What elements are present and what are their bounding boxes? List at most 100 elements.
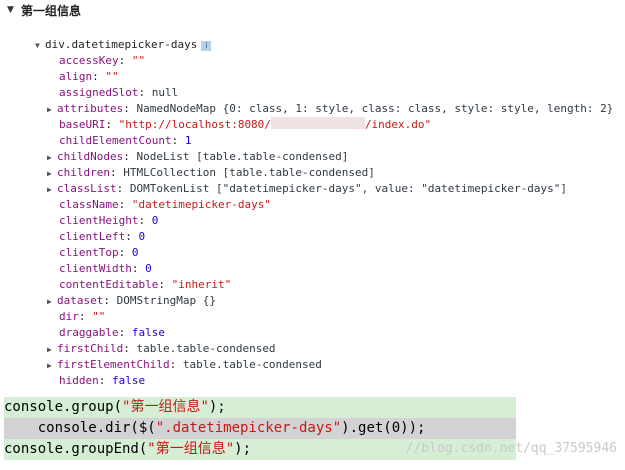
property-row: clientHeight: 0: [59, 213, 158, 229]
property-value: "": [92, 310, 106, 323]
expand-triangle-icon[interactable]: ▶: [47, 102, 57, 118]
property-row: assignedSlot: null: [59, 85, 178, 101]
console-group-header[interactable]: ▼ 第一组信息: [0, 0, 625, 22]
expand-triangle-icon[interactable]: ▼: [35, 38, 45, 54]
code-line-group: console.group("第一组信息");: [4, 397, 516, 418]
property-value: "http://localhost:8080/: [118, 118, 271, 131]
code-text: );: [234, 441, 252, 457]
property-value: 0: [151, 214, 159, 227]
property-value: false: [131, 326, 165, 339]
property-row: clientLeft: 0: [59, 229, 145, 245]
property-value: "inherit": [171, 278, 232, 291]
property-row[interactable]: ▶ firstElementChild: table.table-condense…: [47, 357, 322, 373]
property-key: dataset: [57, 294, 104, 307]
property-row: clientTop: 0: [59, 245, 138, 261]
property-value: DOMTokenList ["datetimepicker-days", val…: [129, 182, 567, 195]
colon: :: [138, 214, 152, 227]
colon: :: [92, 70, 106, 83]
node-label: div.datetimepicker-days: [45, 38, 198, 51]
colon: :: [118, 326, 132, 339]
property-key: align: [59, 70, 93, 83]
property-key: childNodes: [57, 150, 124, 163]
colon: :: [109, 166, 124, 179]
code-text: console.dir($(: [4, 420, 156, 436]
property-value: NodeList [table.table-condensed]: [136, 150, 349, 163]
property-key: accessKey: [59, 54, 119, 67]
property-value: table.table-condensed: [182, 358, 322, 371]
node-root[interactable]: ▼ div.datetimepicker-days i: [35, 37, 212, 54]
property-key: draggable: [59, 326, 119, 339]
property-key: clientWidth: [59, 262, 132, 275]
property-row[interactable]: ▶ attributes: NamedNodeMap {0: class, 1: …: [47, 101, 613, 117]
property-row[interactable]: ▶ dataset: DOMStringMap {}: [47, 293, 216, 309]
code-line-dir: console.dir($(".datetimepicker-days").ge…: [4, 418, 516, 439]
property-row: dir: "": [59, 309, 105, 325]
property-row: baseURI: "http://localhost:8080/ /index.d…: [59, 117, 431, 133]
colon: :: [78, 310, 93, 323]
expand-triangle-icon[interactable]: ▶: [47, 182, 57, 198]
expand-triangle-icon[interactable]: ▶: [47, 294, 57, 310]
code-text: ).get(0));: [341, 420, 426, 436]
colon: :: [116, 182, 130, 195]
property-key: dir: [59, 310, 79, 323]
watermark: //blog.csdn.net/qq_37595946: [405, 441, 617, 456]
property-key: baseURI: [59, 118, 106, 131]
property-row[interactable]: ▶ firstChild: table.table-condensed: [47, 341, 276, 357]
property-key: clientHeight: [59, 214, 139, 227]
property-key: classList: [57, 182, 117, 195]
code-text: );: [208, 399, 226, 415]
property-row[interactable]: ▶ children: HTMLCollection [table.table-c…: [47, 165, 375, 181]
truncated-row: [0, 388, 300, 396]
property-key: clientTop: [59, 246, 119, 259]
code-text: console.groupEnd(: [4, 441, 148, 457]
colon: :: [123, 150, 137, 163]
property-row: contentEditable: "inherit": [59, 277, 231, 293]
group-title: 第一组信息: [21, 4, 82, 18]
property-row[interactable]: ▶ childNodes: NodeList [table.table-conde…: [47, 149, 348, 165]
property-value: 0: [131, 246, 139, 259]
colon: :: [171, 134, 185, 147]
property-key: className: [59, 198, 119, 211]
property-key: firstElementChild: [57, 358, 170, 371]
property-value: HTMLCollection [table.table-condensed]: [123, 166, 375, 179]
property-row[interactable]: ▶ classList: DOMTokenList ["datetimepicke…: [47, 181, 567, 197]
code-string: "第一组信息": [147, 441, 235, 457]
collapse-triangle-icon[interactable]: ▼: [7, 5, 14, 15]
property-row: align: "": [59, 69, 119, 85]
property-key: attributes: [57, 102, 124, 115]
property-key: assignedSlot: [59, 86, 139, 99]
expand-triangle-icon[interactable]: ▶: [47, 342, 57, 358]
expand-triangle-icon[interactable]: ▶: [47, 358, 57, 374]
redacted-block: [270, 117, 365, 129]
expand-triangle-icon[interactable]: ▶: [47, 150, 57, 166]
property-value: false: [112, 374, 146, 387]
property-row: childElementCount: 1: [59, 133, 191, 149]
property-key: hidden: [59, 374, 99, 387]
colon: :: [131, 262, 146, 275]
property-value: 0: [145, 262, 152, 275]
property-value: table.table-condensed: [136, 342, 276, 355]
colon: :: [118, 198, 132, 211]
colon: :: [103, 294, 117, 307]
colon: :: [169, 358, 183, 371]
colon: :: [118, 246, 132, 259]
property-row: className: "datetimepicker-days": [59, 197, 271, 213]
property-value: 1: [184, 134, 192, 147]
property-value: DOMStringMap {}: [116, 294, 216, 307]
property-value: /index.do": [364, 118, 432, 131]
colon: :: [98, 374, 112, 387]
property-value: NamedNodeMap {0: class, 1: style, class:…: [136, 102, 614, 115]
property-value: "datetimepicker-days": [131, 198, 271, 211]
property-row: clientWidth: 0: [59, 261, 152, 277]
property-key: contentEditable: [59, 278, 159, 291]
colon: :: [138, 86, 152, 99]
code-text: console.group(: [4, 399, 123, 415]
property-value: 0: [138, 230, 146, 243]
info-icon[interactable]: i: [201, 41, 212, 51]
expand-triangle-icon[interactable]: ▶: [47, 166, 57, 182]
colon: :: [123, 342, 137, 355]
code-string: "第一组信息": [122, 399, 209, 415]
colon: :: [123, 102, 137, 115]
colon: :: [158, 278, 172, 291]
property-value: null: [151, 86, 179, 99]
